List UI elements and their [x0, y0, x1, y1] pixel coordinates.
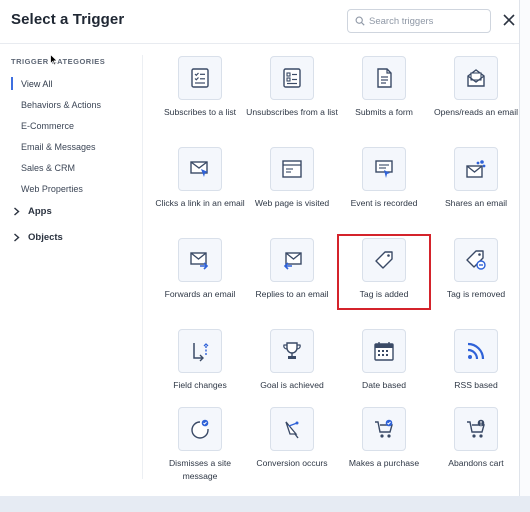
- category-sidebar: TRIGGER CATEGORIES View All Behaviors & …: [0, 44, 142, 496]
- trigger-label: Submits a form: [355, 107, 413, 117]
- categories-heading: TRIGGER CATEGORIES: [11, 57, 106, 66]
- forward-email-icon: [178, 238, 222, 282]
- form-icon: [362, 56, 406, 100]
- chevron-right-icon: [13, 233, 22, 242]
- page-edge: [520, 0, 530, 496]
- trophy-icon: [270, 329, 314, 373]
- open-email-icon: [454, 56, 498, 100]
- cart-icon: [362, 407, 406, 451]
- category-email-messages[interactable]: Email & Messages: [11, 136, 101, 157]
- category-ecommerce[interactable]: E-Commerce: [11, 115, 101, 136]
- dismiss-message-icon: [178, 407, 222, 451]
- close-icon: [503, 14, 515, 26]
- category-web-properties[interactable]: Web Properties: [11, 178, 101, 199]
- trigger-label: Event is recorded: [350, 198, 418, 208]
- search-box[interactable]: [347, 9, 491, 33]
- field-change-icon: [178, 329, 222, 373]
- search-input[interactable]: [369, 15, 487, 27]
- modal-title: Select a Trigger: [11, 11, 125, 28]
- chevron-right-icon: [13, 207, 22, 216]
- sidebar-divider: [142, 55, 143, 479]
- select-trigger-modal: Select a Trigger TRIGGER CATEGORIES View…: [0, 0, 520, 496]
- trigger-label: Subscribes to a list: [163, 107, 237, 117]
- cart-abandon-icon: [454, 407, 498, 451]
- trigger-label: Clicks a link in an email: [155, 198, 245, 208]
- trigger-label: Makes a purchase: [348, 458, 420, 468]
- event-icon: [362, 147, 406, 191]
- category-list: View All Behaviors & Actions E-Commerce …: [11, 73, 101, 199]
- list-check-icon: [178, 56, 222, 100]
- trigger-label: Unsubscribes from a list: [246, 107, 338, 117]
- search-icon: [355, 16, 365, 26]
- reply-email-icon: [270, 238, 314, 282]
- mouse-cursor-icon: [50, 54, 58, 66]
- calendar-icon: [362, 329, 406, 373]
- trigger-label: Conversion occurs: [256, 458, 328, 468]
- category-behaviors-actions[interactable]: Behaviors & Actions: [11, 94, 101, 115]
- trigger-label: Goal is achieved: [260, 380, 324, 390]
- group-apps-label: Apps: [28, 206, 52, 217]
- conversion-icon: [270, 407, 314, 451]
- group-apps[interactable]: Apps: [13, 206, 52, 217]
- trigger-label: Replies to an email: [255, 289, 329, 299]
- trigger-label: Shares an email: [444, 198, 508, 208]
- trigger-label: Tag is added: [359, 289, 409, 299]
- email-click-icon: [178, 147, 222, 191]
- share-email-icon: [454, 147, 498, 191]
- page-background-strip: [0, 496, 530, 512]
- category-view-all[interactable]: View All: [11, 73, 101, 94]
- close-button[interactable]: [500, 11, 518, 29]
- trigger-label: Date based: [362, 380, 406, 390]
- trigger-label: Abandons cart: [448, 458, 504, 468]
- trigger-label: Tag is removed: [446, 289, 506, 299]
- category-sales-crm[interactable]: Sales & CRM: [11, 157, 101, 178]
- modal-header: Select a Trigger: [0, 0, 519, 44]
- tag-icon: [362, 238, 406, 282]
- trigger-label: Opens/reads an email: [433, 107, 519, 117]
- rss-icon: [454, 329, 498, 373]
- webpage-icon: [270, 147, 314, 191]
- list-remove-icon: [270, 56, 314, 100]
- trigger-label: RSS based: [454, 380, 498, 390]
- trigger-label: Field changes: [173, 380, 227, 390]
- trigger-label: Web page is visited: [254, 198, 330, 208]
- group-objects-label: Objects: [28, 232, 63, 243]
- trigger-label: Forwards an email: [164, 289, 236, 299]
- group-objects[interactable]: Objects: [13, 232, 63, 243]
- tag-remove-icon: [454, 238, 498, 282]
- trigger-label: Dismisses a site message: [168, 458, 232, 481]
